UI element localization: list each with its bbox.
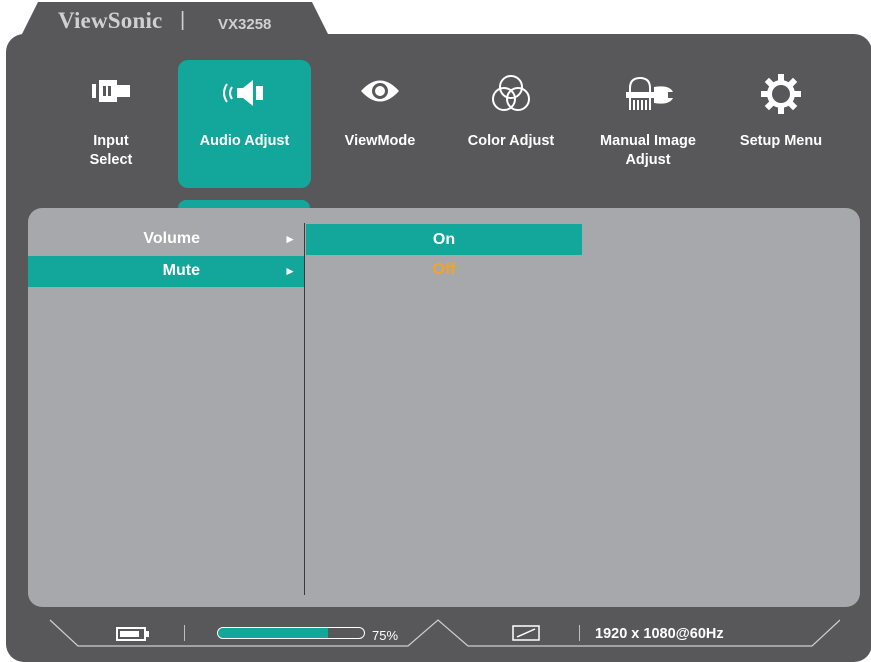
column-divider <box>304 223 305 595</box>
submenu-label: Mute <box>162 262 200 279</box>
model-name: VX3258 <box>218 16 272 33</box>
brand-separator: | <box>180 9 186 31</box>
menu-label: Manual Image Adjust <box>600 133 696 168</box>
option-on[interactable]: On <box>306 224 582 255</box>
status-separator <box>579 625 580 641</box>
speaker-icon <box>215 76 275 116</box>
option-off[interactable]: Off <box>306 256 582 284</box>
menu-label: Setup Menu <box>739 133 823 149</box>
menu-viewmode[interactable]: ViewMode <box>316 60 444 188</box>
menu-setup-menu[interactable]: Setup Menu <box>720 60 842 188</box>
menu-label: Color Adjust <box>467 133 555 149</box>
brightness-progress <box>217 627 365 639</box>
menu-label: Input Select <box>89 133 133 168</box>
progress-fill <box>218 628 328 638</box>
menu-label: Audio Adjust <box>199 133 290 149</box>
osd-window: ViewSonic | VX3258 Input Select Audio Ad… <box>0 0 871 662</box>
menu-color-adjust[interactable]: Color Adjust <box>446 60 576 188</box>
progress-percent: 75% <box>372 628 399 643</box>
resolution-readout: 1920 x 1080@60Hz <box>595 626 724 642</box>
menu-manual-image-adjust[interactable]: Manual Image Adjust <box>580 60 716 188</box>
submenu-arrow-icon: ► <box>284 232 296 246</box>
menu-label: ViewMode <box>344 133 416 149</box>
hand-wrench-icon <box>616 74 680 120</box>
input-source-icon <box>85 76 137 112</box>
submenu-arrow-icon: ► <box>284 264 296 278</box>
submenu-mute[interactable]: Mute ► <box>28 256 304 287</box>
submenu-volume[interactable]: Volume ► <box>28 224 304 255</box>
eye-icon <box>358 76 402 112</box>
menu-audio-adjust[interactable]: Audio Adjust <box>178 60 311 188</box>
color-circles-icon <box>489 74 533 120</box>
aspect-ratio-icon <box>512 625 540 646</box>
battery-icon <box>116 627 150 646</box>
menu-input-select[interactable]: Input Select <box>46 60 176 188</box>
submenu-label: Volume <box>143 230 200 247</box>
brand-logo: ViewSonic <box>58 8 163 33</box>
status-separator <box>184 625 185 641</box>
gear-icon <box>759 72 803 122</box>
